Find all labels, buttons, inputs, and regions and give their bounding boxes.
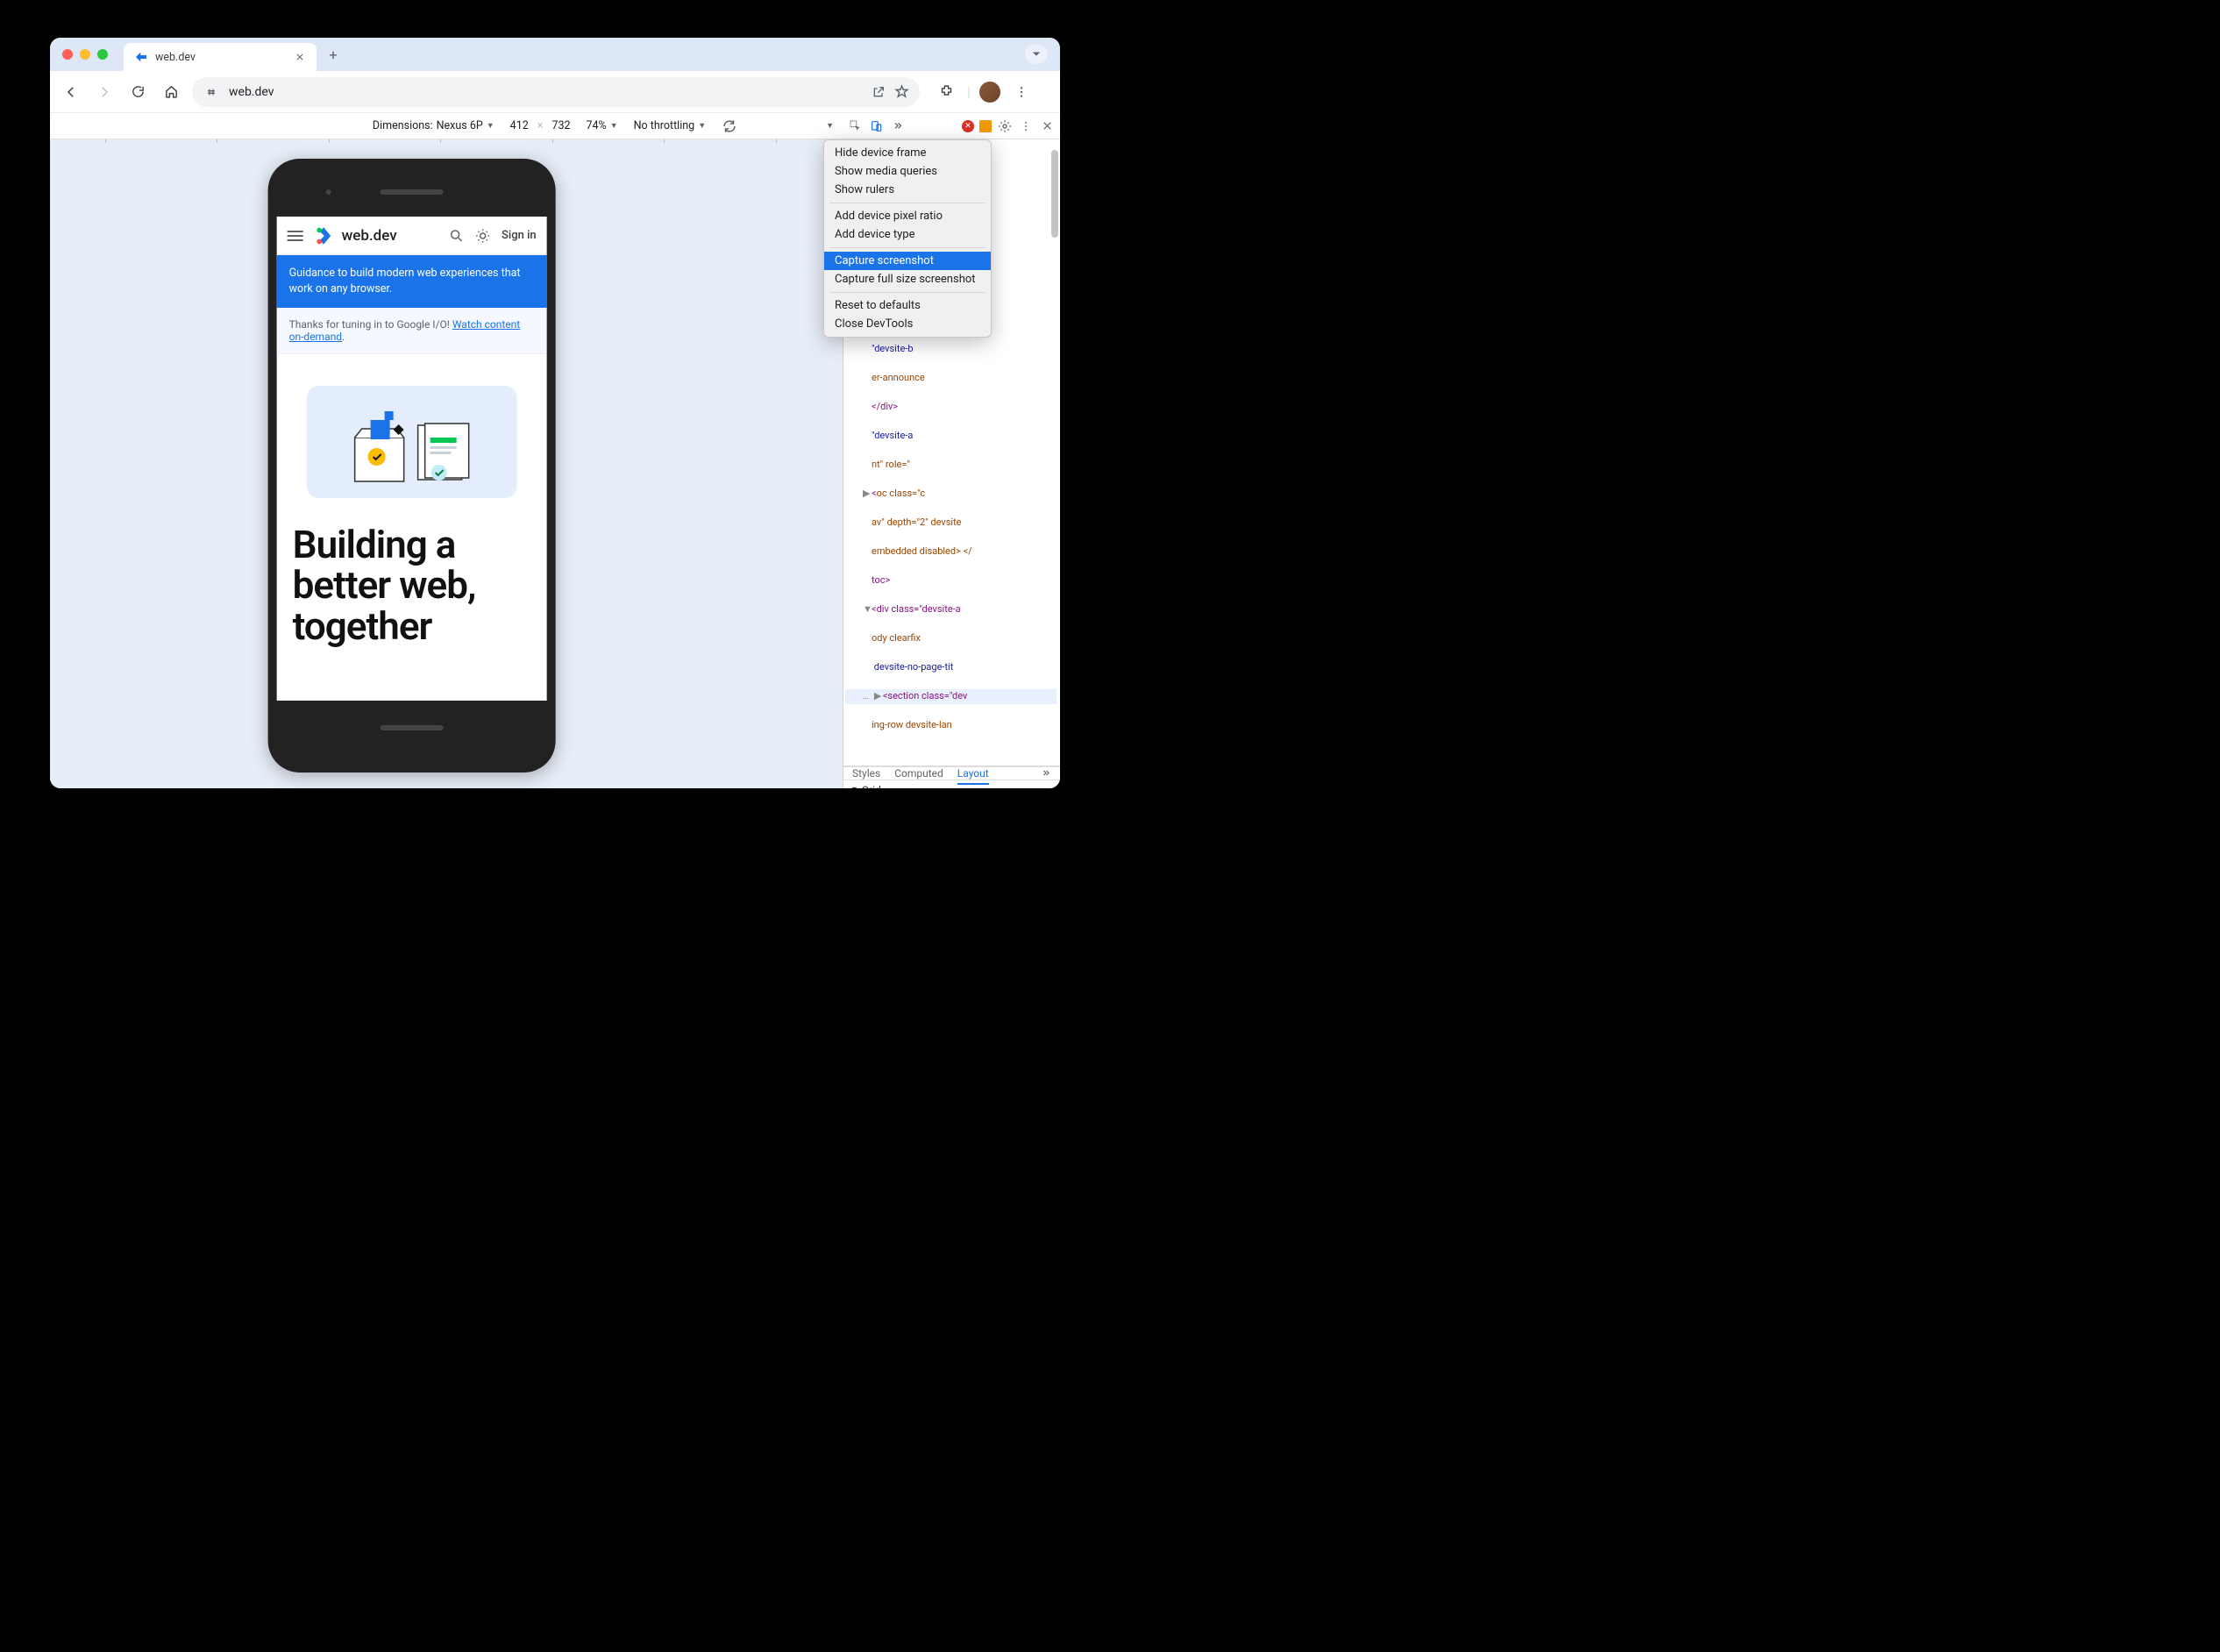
theme-toggle-icon[interactable] — [475, 228, 491, 244]
hamburger-icon[interactable] — [288, 231, 303, 241]
close-window-button[interactable] — [62, 49, 73, 60]
more-tabs-icon[interactable] — [1041, 768, 1051, 779]
more-options-icon[interactable]: ▼ — [826, 121, 834, 131]
zoom-selector[interactable]: 74% ▼ — [587, 119, 618, 132]
ruler — [50, 139, 616, 143]
extensions-icon[interactable] — [934, 80, 958, 104]
close-tab-icon[interactable] — [294, 51, 306, 63]
dimensions-display: 412 × 732 — [510, 119, 571, 132]
chevron-down-icon: ▼ — [698, 121, 706, 131]
new-tab-button[interactable]: + — [324, 45, 343, 64]
grid-section-header[interactable]: ▼ Grid — [843, 780, 1060, 789]
share-icon[interactable] — [872, 85, 886, 99]
warning-count-badge[interactable] — [979, 120, 992, 132]
window-controls — [62, 49, 108, 60]
rotate-icon[interactable] — [722, 118, 737, 134]
chevron-down-icon: ▼ — [487, 121, 495, 131]
height-value[interactable]: 732 — [551, 119, 570, 132]
menu-item-show-rulers[interactable]: Show rulers — [824, 181, 991, 199]
url-text: web.dev — [229, 85, 274, 99]
more-tabs-icon[interactable] — [890, 118, 906, 134]
sign-in-link[interactable]: Sign in — [502, 229, 537, 242]
device-selector[interactable]: Dimensions: Nexus 6P ▼ — [373, 119, 495, 132]
scrollbar[interactable] — [1051, 150, 1058, 238]
menu-item-capture-full[interactable]: Capture full size screenshot — [824, 270, 991, 288]
minimize-window-button[interactable] — [80, 49, 90, 60]
menu-item-media-queries[interactable]: Show media queries — [824, 162, 991, 181]
devtools-toolbar: ✕ — [843, 113, 1060, 139]
profile-avatar[interactable] — [979, 82, 1000, 103]
home-bar-icon — [381, 725, 444, 730]
reload-button[interactable] — [125, 80, 150, 104]
context-menu: Hide device frame Show media queries Sho… — [823, 139, 992, 338]
tab-strip: web.dev + — [50, 38, 1060, 71]
tab-title: web.dev — [155, 51, 196, 64]
tab-search-button[interactable] — [1025, 45, 1048, 64]
inspect-element-icon[interactable] — [848, 118, 864, 134]
site-logo[interactable]: web.dev — [314, 224, 397, 247]
favicon-icon — [134, 50, 148, 64]
device-viewport: web.dev Sign in Guidance to build modern… — [50, 139, 843, 788]
chrome-menu-icon[interactable] — [1009, 80, 1034, 104]
device-frame: web.dev Sign in Guidance to build modern… — [268, 159, 556, 773]
home-button[interactable] — [159, 80, 183, 104]
menu-item-reset[interactable]: Reset to defaults — [824, 296, 991, 315]
browser-toolbar: web.dev | — [50, 71, 1060, 113]
menu-item-add-dpr[interactable]: Add device pixel ratio — [824, 207, 991, 225]
tab-styles[interactable]: Styles — [852, 767, 880, 780]
browser-window: web.dev + web.dev — [50, 38, 1060, 788]
back-button[interactable] — [59, 80, 83, 104]
device-mode-icon[interactable] — [869, 118, 885, 134]
styles-tab-bar: Styles Computed Layout — [843, 767, 1060, 780]
notice-bar: Thanks for tuning in to Google I/O! Watc… — [277, 308, 547, 354]
hero-illustration — [307, 386, 517, 498]
menu-item-capture-screenshot[interactable]: Capture screenshot — [824, 252, 991, 270]
banner: Guidance to build modern web experiences… — [277, 255, 547, 308]
camera-icon — [326, 189, 331, 195]
menu-item-hide-frame[interactable]: Hide device frame — [824, 144, 991, 162]
menu-item-close-devtools[interactable]: Close DevTools — [824, 315, 991, 333]
hero-title: Building a better web, together — [277, 498, 547, 646]
devtools-menu-icon[interactable] — [1018, 118, 1034, 134]
site-header: web.dev Sign in — [277, 217, 547, 255]
bookmark-icon[interactable] — [894, 84, 909, 99]
maximize-window-button[interactable] — [97, 49, 108, 60]
throttling-selector[interactable]: No throttling ▼ — [634, 119, 706, 132]
search-icon[interactable] — [449, 228, 465, 244]
settings-icon[interactable] — [997, 118, 1013, 134]
chevron-down-icon: ▼ — [610, 121, 618, 131]
error-count-badge[interactable]: ✕ — [962, 120, 974, 132]
close-devtools-icon[interactable] — [1039, 118, 1055, 134]
emulated-screen[interactable]: web.dev Sign in Guidance to build modern… — [277, 217, 547, 701]
tab-computed[interactable]: Computed — [894, 767, 943, 780]
address-bar[interactable]: web.dev — [192, 77, 920, 107]
site-settings-icon[interactable] — [203, 83, 220, 101]
browser-tab[interactable]: web.dev — [124, 43, 317, 71]
width-value[interactable]: 412 — [510, 119, 529, 132]
forward-button[interactable] — [92, 80, 117, 104]
menu-item-add-device-type[interactable]: Add device type — [824, 225, 991, 244]
speaker-icon — [381, 189, 444, 195]
